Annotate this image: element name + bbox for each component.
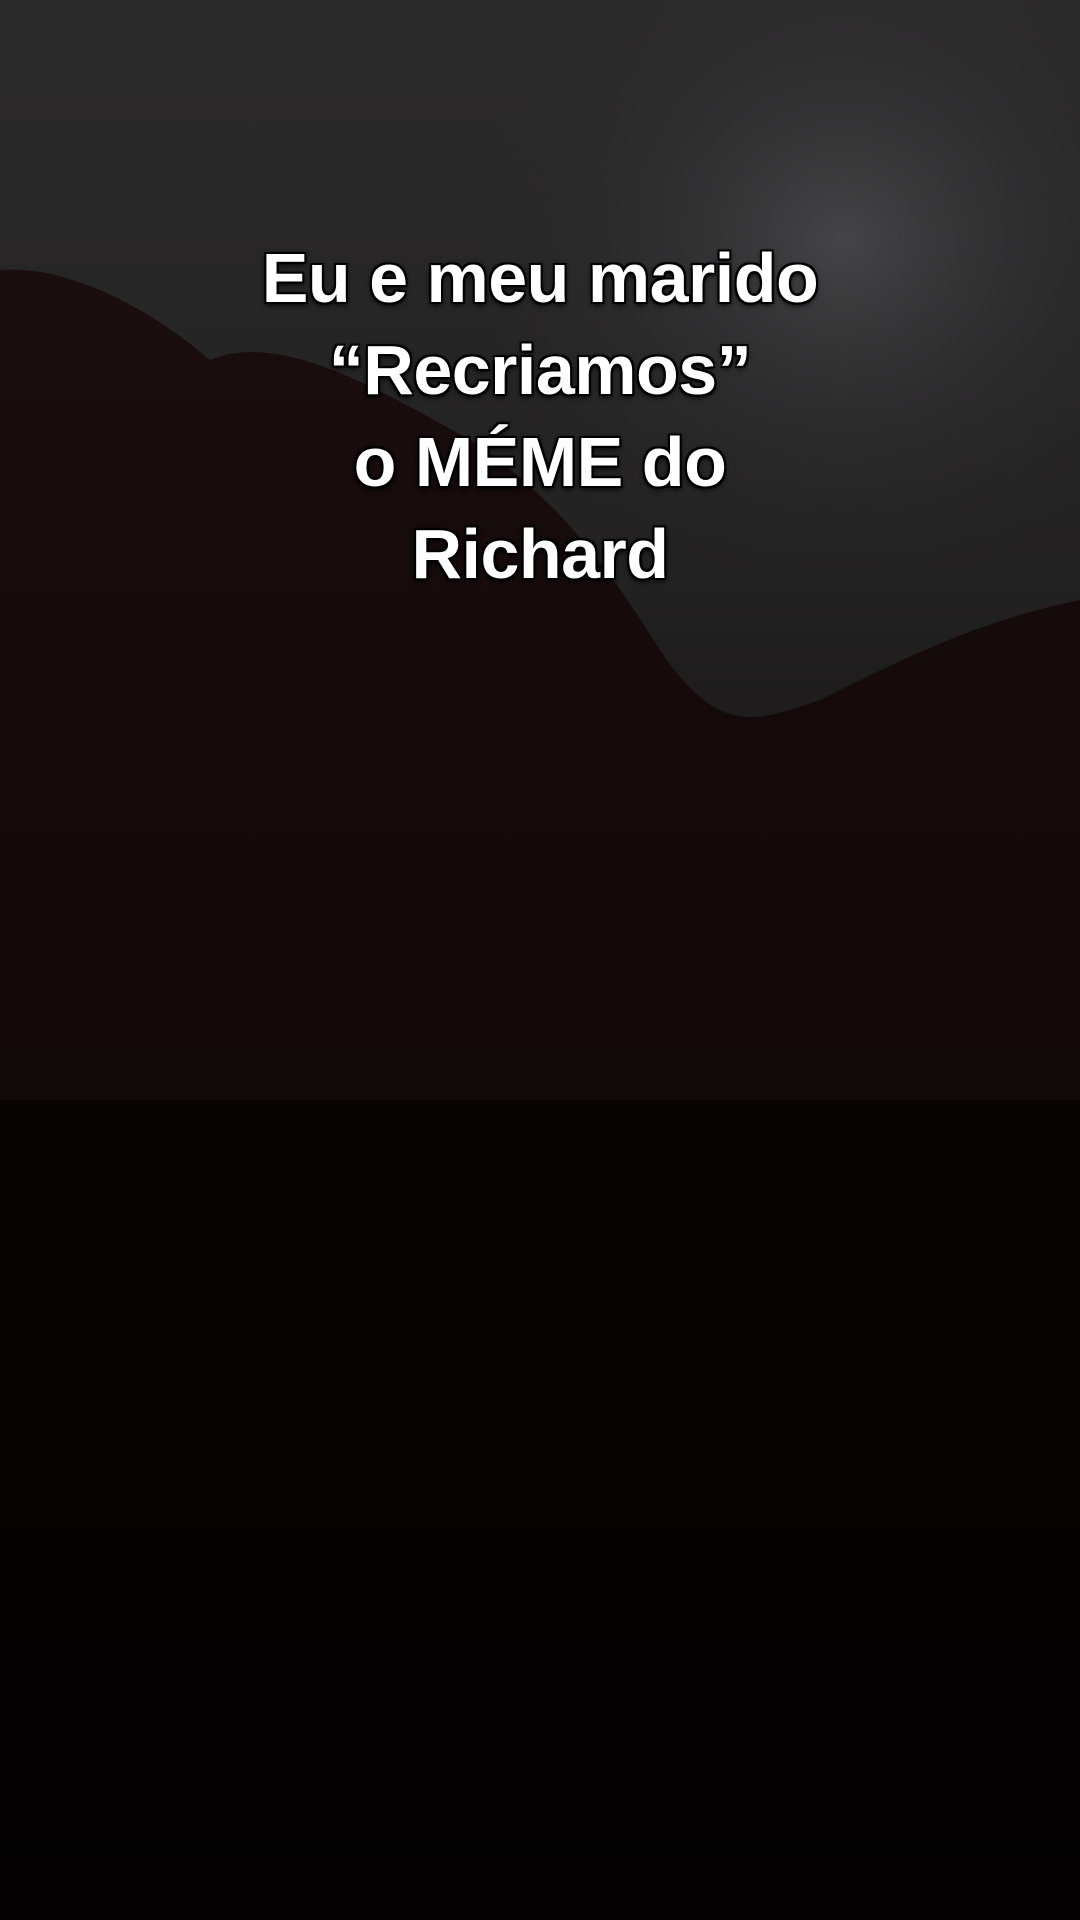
meme-caption: Eu e meu marido “Recriamos” o MÉME do Ri… xyxy=(0,232,1080,600)
caption-line-4: Richard xyxy=(411,515,669,593)
caption-line-1: Eu e meu marido xyxy=(261,239,819,317)
caption-line-3: o MÉME do xyxy=(353,423,727,501)
caption-line-2: “Recriamos” xyxy=(328,331,752,409)
video-frame[interactable]: Eu e meu marido “Recriamos” o MÉME do Ri… xyxy=(0,0,1080,1920)
